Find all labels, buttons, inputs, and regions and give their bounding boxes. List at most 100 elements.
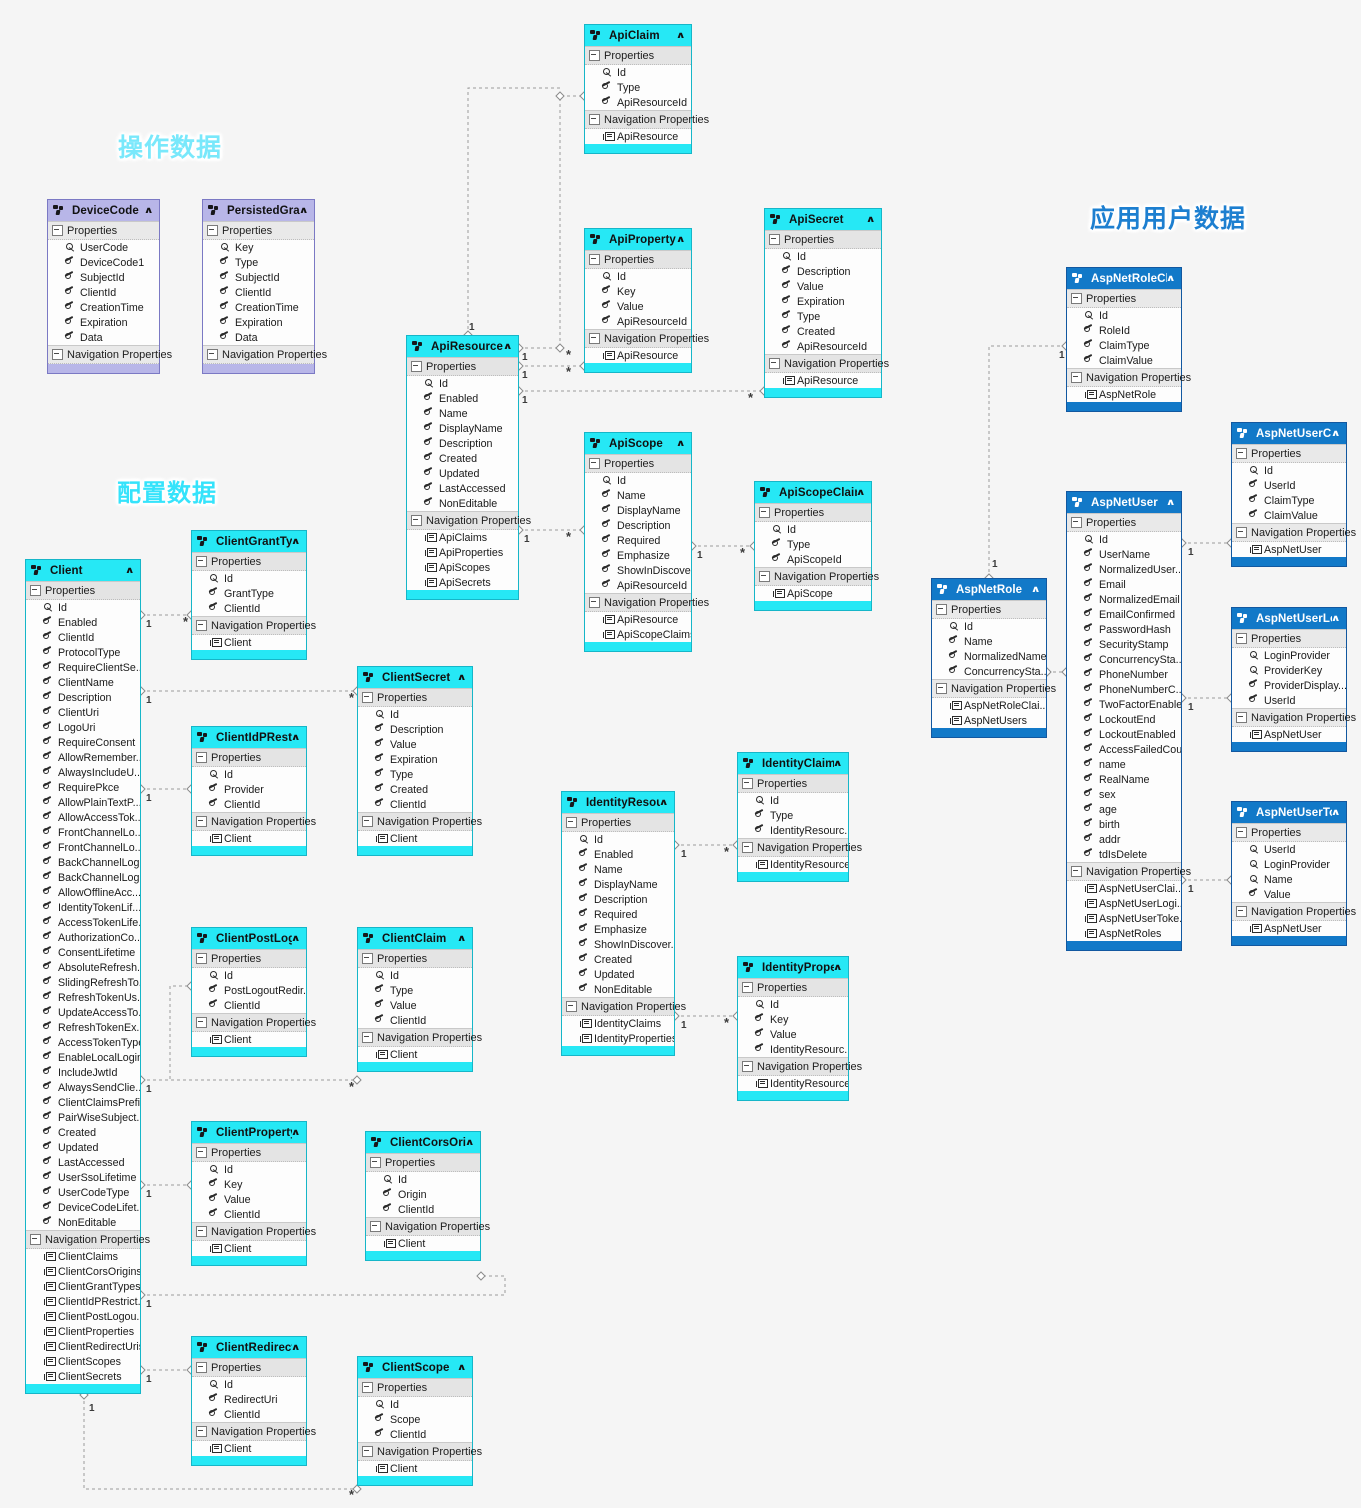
chevron-up-icon[interactable]: ∧ (865, 215, 875, 224)
entity-clientproperty[interactable]: ClientProperty ∧ Properties Id Key Value Clien… (191, 1121, 316, 1266)
property-row[interactable]: ConcurrencySta... (1067, 652, 1181, 667)
property-row[interactable]: Name (562, 862, 674, 877)
navigation-property-row[interactable]: ClientClaims (26, 1249, 140, 1264)
navigation-properties-group-header[interactable]: Navigation Properties (738, 838, 862, 857)
property-row[interactable]: PhoneNumber (1067, 667, 1181, 682)
property-row[interactable]: Id (192, 1377, 306, 1392)
chevron-up-icon[interactable]: ∧ (143, 206, 153, 215)
property-row[interactable]: Enabled (26, 615, 140, 630)
entity-clientgranttype[interactable]: ClientGrantType∧ Properties Id GrantType Cli… (191, 530, 316, 660)
property-row[interactable]: ClaimValue (1067, 353, 1181, 368)
properties-group-header[interactable]: Properties (26, 581, 140, 600)
property-row[interactable]: Updated (26, 1140, 140, 1155)
properties-group-header[interactable]: Properties (1067, 513, 1181, 532)
navigation-property-row[interactable]: AspNetRoleClai... (932, 698, 1046, 713)
navigation-properties-group-header[interactable]: Navigation Properties (192, 1222, 316, 1241)
navigation-property-row[interactable]: ClientScopes (26, 1354, 140, 1369)
entity-header[interactable]: ClientPostLog...∧ (192, 928, 306, 949)
property-row[interactable]: Expiration (765, 294, 881, 309)
navigation-property-row[interactable]: ApiProperties (407, 545, 518, 560)
property-row[interactable]: Id (1067, 308, 1181, 323)
collapse-toggle-icon[interactable] (30, 585, 41, 596)
properties-group-header[interactable]: Properties (192, 1358, 306, 1377)
navigation-property-row[interactable]: Client (366, 1236, 480, 1251)
navigation-properties-group-header[interactable]: Navigation Properties (932, 679, 1056, 698)
properties-group-header[interactable]: Properties (358, 1378, 472, 1397)
property-row[interactable]: Id (932, 619, 1046, 634)
property-row[interactable]: Description (407, 436, 518, 451)
collapse-toggle-icon[interactable] (411, 361, 422, 372)
property-row[interactable]: ApiResourceId (585, 95, 691, 110)
property-row[interactable]: sex (1067, 787, 1181, 802)
properties-group-header[interactable]: Properties (192, 748, 306, 767)
property-row[interactable]: Id (1067, 532, 1181, 547)
chevron-up-icon[interactable]: ∧ (456, 1363, 466, 1372)
property-row[interactable]: Value (1232, 887, 1346, 902)
navigation-property-row[interactable]: IdentityResource (738, 1076, 848, 1091)
properties-group-header[interactable]: Properties (407, 357, 518, 376)
property-row[interactable]: SlidingRefreshTo... (26, 975, 140, 990)
property-row[interactable]: ClientClaimsPrefix (26, 1095, 140, 1110)
entity-header[interactable]: AspNetRole ∧ (932, 579, 1046, 600)
navigation-property-row[interactable]: AspNetUser (1232, 542, 1346, 557)
entity-header[interactable]: IdentityResou...∧ (562, 792, 674, 813)
entity-header[interactable]: PersistedGrant∧ (203, 200, 314, 221)
property-row[interactable]: Name (585, 488, 691, 503)
property-row[interactable]: EnableLocalLogin (26, 1050, 140, 1065)
property-row[interactable]: Type (358, 983, 472, 998)
entity-aspnetrole[interactable]: AspNetRole ∧ Properties Id Name NormalizedNam… (931, 578, 1056, 738)
navigation-property-row[interactable]: Client (358, 1461, 472, 1476)
property-row[interactable]: Value (738, 1027, 848, 1042)
property-row[interactable]: ClientId (48, 285, 159, 300)
property-row[interactable]: Description (765, 264, 881, 279)
property-row[interactable]: Email (1067, 577, 1181, 592)
property-row[interactable]: Name (932, 634, 1046, 649)
collapse-toggle-icon[interactable] (30, 1234, 41, 1245)
property-row[interactable]: LockoutEnd (1067, 712, 1181, 727)
entity-clientredirecturi[interactable]: ClientRedirect...∧ Properties Id RedirectUr… (191, 1336, 316, 1466)
property-row[interactable]: Name (407, 406, 518, 421)
collapse-toggle-icon[interactable] (1071, 866, 1082, 877)
chevron-up-icon[interactable]: ∧ (855, 488, 865, 497)
properties-group-header[interactable]: Properties (1232, 629, 1346, 648)
property-row[interactable]: DisplayName (407, 421, 518, 436)
property-row[interactable]: ClaimType (1067, 338, 1181, 353)
navigation-property-row[interactable]: AspNetRoles (1067, 926, 1181, 941)
property-row[interactable]: Emphasize (562, 922, 674, 937)
property-row[interactable]: Scope (358, 1412, 472, 1427)
entity-aspnetuserlogin[interactable]: AspNetUserLo...∧ Properties LoginProvider P… (1231, 607, 1356, 752)
chevron-up-icon[interactable]: ∧ (1165, 498, 1175, 507)
entity-header[interactable]: AspNetUserLo...∧ (1232, 608, 1346, 629)
collapse-toggle-icon[interactable] (196, 816, 207, 827)
property-row[interactable]: ConsentLifetime (26, 945, 140, 960)
property-row[interactable]: UserName (1067, 547, 1181, 562)
properties-group-header[interactable]: Properties (366, 1153, 480, 1172)
entity-header[interactable]: Client ∧ (26, 560, 140, 581)
properties-group-header[interactable]: Properties (585, 250, 691, 269)
property-row[interactable]: Updated (562, 967, 674, 982)
properties-group-header[interactable]: Properties (192, 1143, 306, 1162)
properties-group-header[interactable]: Properties (1232, 444, 1346, 463)
properties-group-header[interactable]: Properties (203, 221, 314, 240)
property-row[interactable]: Type (585, 80, 691, 95)
property-row[interactable]: addr (1067, 832, 1181, 847)
entity-identityclaim[interactable]: IdentityClaim ∧ Properties Id Type IdentityRe… (737, 752, 862, 882)
navigation-property-row[interactable]: ApiResource (585, 348, 691, 363)
property-row[interactable]: Id (585, 473, 691, 488)
navigation-property-row[interactable]: ApiScopes (407, 560, 518, 575)
property-row[interactable]: UserId (1232, 842, 1346, 857)
properties-group-header[interactable]: Properties (358, 688, 472, 707)
property-row[interactable]: Id (755, 522, 871, 537)
property-row[interactable]: Type (358, 767, 472, 782)
property-row[interactable]: DisplayName (585, 503, 691, 518)
collapse-toggle-icon[interactable] (1071, 372, 1082, 383)
property-row[interactable]: NormalizedName (932, 649, 1046, 664)
property-row[interactable]: RequireClientSe... (26, 660, 140, 675)
chevron-up-icon[interactable]: ∧ (456, 673, 466, 682)
navigation-properties-group-header[interactable]: Navigation Properties (358, 1028, 482, 1047)
navigation-property-row[interactable]: ClientCorsOrigins (26, 1264, 140, 1279)
property-row[interactable]: Description (562, 892, 674, 907)
property-row[interactable]: Value (585, 299, 691, 314)
property-row[interactable]: FrontChannelLo... (26, 825, 140, 840)
properties-group-header[interactable]: Properties (738, 774, 848, 793)
